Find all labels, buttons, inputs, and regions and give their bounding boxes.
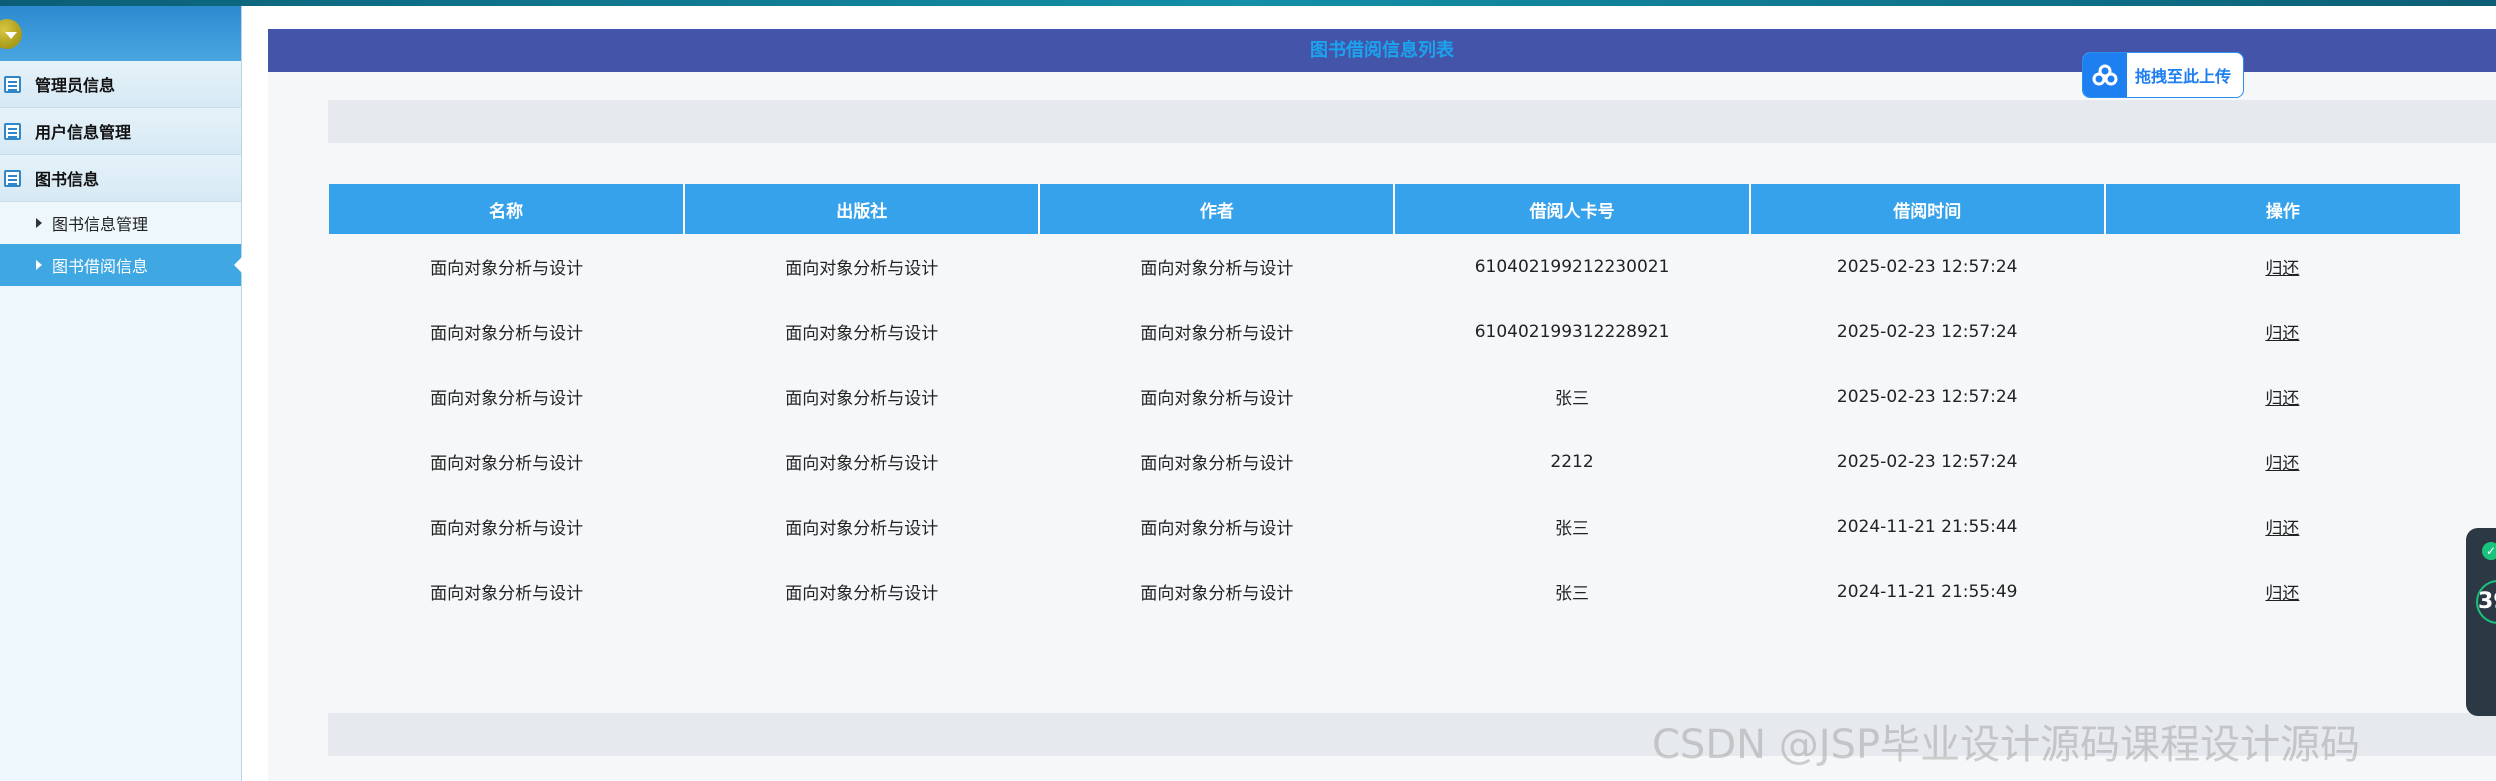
column-header-action: 操作 xyxy=(2103,184,2460,234)
cell-publisher: 面向对象分析与设计 xyxy=(785,259,939,279)
submenu-item-book-management[interactable]: 图书信息管理 xyxy=(0,202,241,244)
cell-borrow-time: 2025-02-23 12:57:24 xyxy=(1836,386,2018,407)
check-icon: ✓ xyxy=(2482,542,2496,560)
sidebar: 管理员信息 用户信息管理 图书信息 图书信息管理 图书借阅信息 xyxy=(0,6,242,781)
return-link[interactable]: 归还 xyxy=(2265,519,2299,539)
cell-author: 面向对象分析与设计 xyxy=(1140,389,1294,409)
table-row: 面向对象分析与设计 面向对象分析与设计 面向对象分析与设计 2212 2025-… xyxy=(329,429,2460,494)
upload-label: 拖拽至此上传 xyxy=(2135,67,2232,86)
cell-publisher: 面向对象分析与设计 xyxy=(785,519,939,539)
submenu-item-borrow-info[interactable]: 图书借阅信息 xyxy=(0,244,242,286)
return-link[interactable]: 归还 xyxy=(2265,454,2299,474)
cell-action: 归还 xyxy=(2105,494,2460,559)
cell-name: 面向对象分析与设计 xyxy=(430,454,584,474)
search-toolbar xyxy=(328,100,2496,143)
cell-author: 面向对象分析与设计 xyxy=(1140,324,1294,344)
column-header-borrow-time: 借阅时间 xyxy=(1748,184,2105,234)
return-link[interactable]: 归还 xyxy=(2265,324,2299,344)
cell-author: 面向对象分析与设计 xyxy=(1140,519,1294,539)
table-row: 面向对象分析与设计 面向对象分析与设计 面向对象分析与设计 张三 2024-11… xyxy=(329,559,2460,624)
list-icon xyxy=(4,169,21,187)
return-link[interactable]: 归还 xyxy=(2265,584,2299,604)
cell-borrow-time: 2024-11-21 21:55:49 xyxy=(1836,581,2018,602)
column-header-card-number: 借阅人卡号 xyxy=(1393,184,1750,234)
return-link[interactable]: 归还 xyxy=(2265,389,2299,409)
cell-card-number: 张三 xyxy=(1555,389,1590,409)
column-header-publisher: 出版社 xyxy=(683,184,1040,234)
cell-card-number: 610402199312228921 xyxy=(1474,321,1670,342)
cell-name: 面向对象分析与设计 xyxy=(430,324,584,344)
list-icon xyxy=(4,75,21,93)
cell-author: 面向对象分析与设计 xyxy=(1140,584,1294,604)
borrow-table: 名称 出版社 作者 借阅人卡号 借阅时间 操作 面向对象分析与设计 面向对象分析… xyxy=(329,184,2460,624)
cell-name: 面向对象分析与设计 xyxy=(430,584,584,604)
main-content: 图书借阅信息列表 名称 出版社 作者 借阅人卡号 借阅时间 操作 面向对象分析与… xyxy=(268,29,2496,781)
cell-publisher: 面向对象分析与设计 xyxy=(785,389,939,409)
column-header-name: 名称 xyxy=(329,184,685,234)
top-bar xyxy=(0,0,2496,6)
submenu-label: 图书信息管理 xyxy=(52,215,149,234)
table-row: 面向对象分析与设计 面向对象分析与设计 面向对象分析与设计 6104021992… xyxy=(329,234,2460,299)
network-monitor-widget[interactable]: ✓ 39 xyxy=(2466,528,2496,716)
cell-borrow-time: 2025-02-23 12:57:24 xyxy=(1836,321,2018,342)
cell-card-number: 张三 xyxy=(1555,584,1590,604)
sidebar-header xyxy=(0,6,241,61)
cell-publisher: 面向对象分析与设计 xyxy=(785,454,939,474)
cell-action: 归还 xyxy=(2105,299,2460,364)
cell-action: 归还 xyxy=(2105,429,2460,494)
cell-name: 面向对象分析与设计 xyxy=(430,259,584,279)
menu-item-books[interactable]: 图书信息 xyxy=(0,155,241,202)
cell-author: 面向对象分析与设计 xyxy=(1140,454,1294,474)
table-row: 面向对象分析与设计 面向对象分析与设计 面向对象分析与设计 6104021993… xyxy=(329,299,2460,364)
menu-label: 用户信息管理 xyxy=(35,123,132,142)
cell-publisher: 面向对象分析与设计 xyxy=(785,584,939,604)
cell-name: 面向对象分析与设计 xyxy=(430,389,584,409)
cell-author: 面向对象分析与设计 xyxy=(1140,259,1294,279)
cell-card-number: 张三 xyxy=(1555,519,1590,539)
cell-action: 归还 xyxy=(2105,234,2460,299)
cell-name: 面向对象分析与设计 xyxy=(430,519,584,539)
watermark: CSDN @JSP毕业设计源码课程设计源码 xyxy=(1652,722,2361,768)
caret-right-icon xyxy=(36,218,42,228)
cell-borrow-time: 2025-02-23 12:57:24 xyxy=(1836,451,2018,472)
cell-action: 归还 xyxy=(2105,559,2460,624)
menu-label: 图书信息 xyxy=(35,170,100,189)
menu-item-admin[interactable]: 管理员信息 xyxy=(0,61,241,108)
widget-value: 39 xyxy=(2476,580,2496,624)
cell-borrow-time: 2025-02-23 12:57:24 xyxy=(1836,256,2018,277)
table-row: 面向对象分析与设计 面向对象分析与设计 面向对象分析与设计 张三 2024-11… xyxy=(329,494,2460,559)
cell-card-number: 2212 xyxy=(1550,451,1594,472)
column-header-author: 作者 xyxy=(1038,184,1395,234)
cell-borrow-time: 2024-11-21 21:55:44 xyxy=(1836,516,2018,537)
menu-item-users[interactable]: 用户信息管理 xyxy=(0,108,241,155)
caret-right-icon xyxy=(36,260,42,270)
cell-card-number: 610402199212230021 xyxy=(1474,256,1670,277)
collapse-toggle-icon[interactable] xyxy=(0,19,22,49)
return-link[interactable]: 归还 xyxy=(2265,259,2299,279)
cell-action: 归还 xyxy=(2105,364,2460,429)
list-icon xyxy=(4,122,21,140)
cell-publisher: 面向对象分析与设计 xyxy=(785,324,939,344)
menu-label: 管理员信息 xyxy=(35,76,116,95)
cloud-upload-icon xyxy=(2083,53,2127,97)
table-row: 面向对象分析与设计 面向对象分析与设计 面向对象分析与设计 张三 2025-02… xyxy=(329,364,2460,429)
drag-upload-button[interactable]: 拖拽至此上传 xyxy=(2082,52,2244,98)
submenu-label: 图书借阅信息 xyxy=(52,257,149,276)
table-header-row: 名称 出版社 作者 借阅人卡号 借阅时间 操作 xyxy=(329,184,2460,234)
